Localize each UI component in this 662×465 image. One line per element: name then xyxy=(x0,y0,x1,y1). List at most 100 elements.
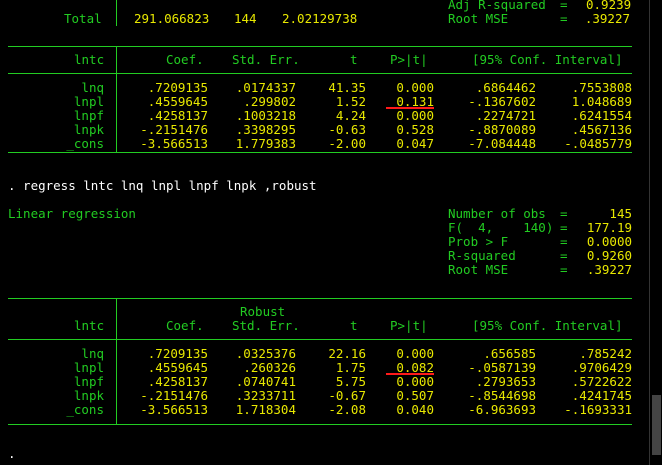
row-p-value: 0.507 xyxy=(396,388,434,403)
row-coef: .7209135 xyxy=(147,346,208,361)
table1-se-header: Std. Err. xyxy=(232,52,300,67)
vertical-scrollbar[interactable] xyxy=(649,0,662,465)
total-ss: 291.066823 xyxy=(134,11,210,26)
row-ci-low: -.0587139 xyxy=(468,360,536,375)
row-std-err: 1.779383 xyxy=(235,136,296,151)
row-std-err: .0174337 xyxy=(235,80,296,95)
stat-value: 145 xyxy=(609,206,632,221)
row-ci-high: .9706429 xyxy=(571,360,632,375)
stata-results-window: { "summary": { "total_label": "Total", "… xyxy=(0,0,662,465)
table1-t-header: t xyxy=(350,52,358,67)
row-p-value: 0.000 xyxy=(396,374,434,389)
stat-value: 0.0000 xyxy=(586,234,632,249)
row-t: -2.08 xyxy=(328,402,366,417)
row-ci-low: .2274721 xyxy=(475,108,536,123)
row-t: 1.52 xyxy=(335,94,366,109)
row-p-value: 0.000 xyxy=(396,346,434,361)
row-t: -0.67 xyxy=(328,388,366,403)
row-p-value: 0.528 xyxy=(396,122,434,137)
table1-bottom-rule xyxy=(8,152,632,153)
annotation-underline xyxy=(386,373,434,375)
row-variable: lnq xyxy=(81,80,104,95)
table2-coef-header: Coef. xyxy=(166,318,204,333)
row-variable: _cons xyxy=(66,136,104,151)
total-label: Total xyxy=(64,11,102,26)
row-variable: lnpf xyxy=(73,374,104,389)
row-t: 41.35 xyxy=(328,80,366,95)
annotation-underline xyxy=(386,107,434,109)
table1-dep-header: lntc xyxy=(74,52,105,67)
stat-label: R-squared xyxy=(448,248,516,263)
total-ms: 2.02129738 xyxy=(282,11,358,26)
model-title: Linear regression xyxy=(8,206,136,221)
stat-value: 0.9260 xyxy=(586,248,632,263)
row-ci-low: -.8544698 xyxy=(468,388,536,403)
row-p-value: 0.047 xyxy=(396,136,434,151)
row-coef: .4258137 xyxy=(147,374,208,389)
table1-top-rule xyxy=(8,46,632,47)
row-ci-high: .6241554 xyxy=(571,108,632,123)
row-variable: lnpl xyxy=(73,94,104,109)
table2-se-header: Std. Err. xyxy=(232,318,300,333)
divider xyxy=(116,0,117,26)
row-ci-high: .5722622 xyxy=(571,374,632,389)
row-ci-high: .785242 xyxy=(579,346,632,361)
row-coef: -3.566513 xyxy=(140,136,208,151)
row-coef: -3.566513 xyxy=(140,402,208,417)
row-coef: -.2151476 xyxy=(140,388,208,403)
row-std-err: 1.718304 xyxy=(235,402,296,417)
command-line: . regress lntc lnq lnpl lnpf lnpk ,robus… xyxy=(8,178,317,193)
row-ci-high: .7553808 xyxy=(571,80,632,95)
row-std-err: .1003218 xyxy=(235,108,296,123)
row-ci-high: .4241745 xyxy=(571,388,632,403)
table1-divider xyxy=(116,46,117,152)
row-variable: lnpk xyxy=(73,388,104,403)
row-variable: lnq xyxy=(81,346,104,361)
root-mse-value: .39227 xyxy=(584,11,630,26)
row-coef: -.2151476 xyxy=(140,122,208,137)
stat-value: .39227 xyxy=(586,262,632,277)
row-ci-low: -.1367602 xyxy=(468,94,536,109)
row-variable: lnpf xyxy=(73,108,104,123)
root-mse-label: Root MSE xyxy=(448,11,509,26)
table1-header-rule xyxy=(8,73,632,74)
equals-sign: = xyxy=(560,220,568,235)
row-variable: lnpk xyxy=(73,122,104,137)
row-ci-high: 1.048689 xyxy=(571,94,632,109)
equals-sign: = xyxy=(560,11,568,26)
row-t: -2.00 xyxy=(328,136,366,151)
row-variable: _cons xyxy=(66,402,104,417)
equals-sign: = xyxy=(560,248,568,263)
row-coef: .4559645 xyxy=(147,360,208,375)
stat-label: Root MSE xyxy=(448,262,509,277)
row-std-err: .3233711 xyxy=(235,388,296,403)
table1-ci-header: [95% Conf. Interval] xyxy=(472,52,623,67)
row-p-value: 0.000 xyxy=(396,108,434,123)
row-coef: .4258137 xyxy=(147,108,208,123)
row-t: -0.63 xyxy=(328,122,366,137)
row-std-err: .3398295 xyxy=(235,122,296,137)
row-ci-low: -6.963693 xyxy=(468,402,536,417)
stat-label: F( 4, 140) xyxy=(448,220,554,235)
stat-value: 177.19 xyxy=(586,220,632,235)
stat-label: Prob > F xyxy=(448,234,509,249)
scrollbar-thumb[interactable] xyxy=(652,395,661,455)
row-std-err: .260326 xyxy=(243,360,296,375)
row-ci-high: .4567136 xyxy=(571,122,632,137)
table2-bottom-rule xyxy=(8,424,632,425)
table2-dep-header: lntc xyxy=(74,318,105,333)
row-variable: lnpl xyxy=(73,360,104,375)
command-prompt[interactable]: . xyxy=(8,447,16,461)
row-coef: .7209135 xyxy=(147,80,208,95)
table2-t-header: t xyxy=(350,318,358,333)
row-ci-low: .2793653 xyxy=(475,374,536,389)
row-ci-low: -7.084448 xyxy=(468,136,536,151)
row-std-err: .0325376 xyxy=(235,346,296,361)
table2-divider xyxy=(116,298,117,424)
row-ci-low: -.8870089 xyxy=(468,122,536,137)
equals-sign: = xyxy=(560,234,568,249)
row-p-value: 0.040 xyxy=(396,402,434,417)
row-p-value: 0.000 xyxy=(396,80,434,95)
row-std-err: .0740741 xyxy=(235,374,296,389)
row-ci-high: -.1693331 xyxy=(564,402,632,417)
